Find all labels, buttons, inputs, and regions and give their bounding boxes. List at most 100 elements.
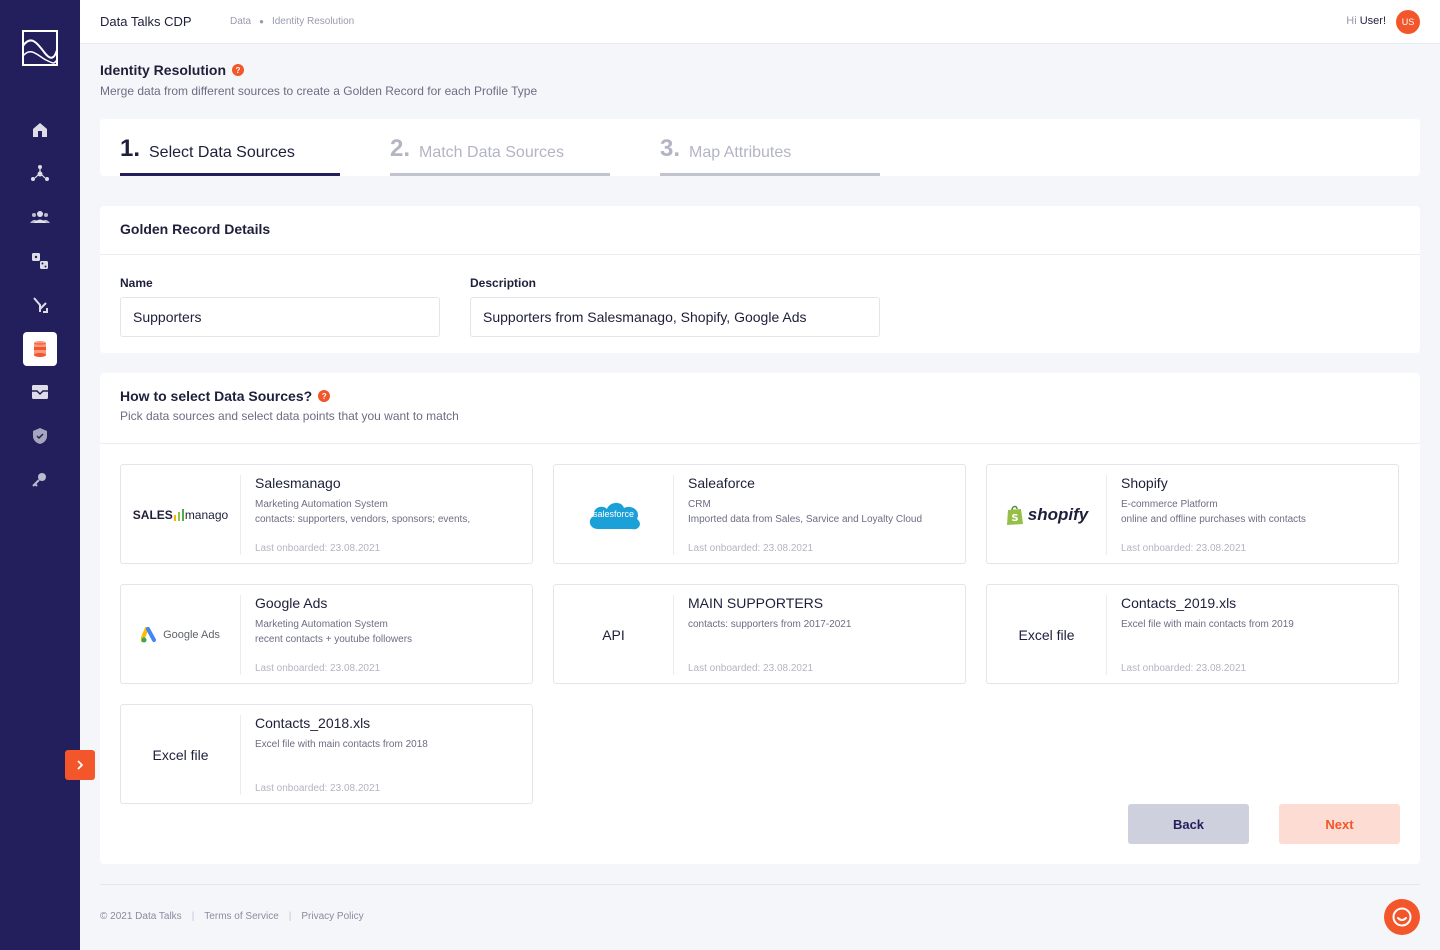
golden-record-header: Golden Record Details	[100, 206, 1420, 255]
chat-bubble-icon	[1392, 907, 1412, 927]
page-subtitle: Merge data from different sources to cre…	[100, 84, 538, 98]
source-description: Excel file with main contacts from 2018	[255, 739, 428, 750]
help-icon[interactable]: ?	[318, 390, 331, 403]
api-logo: API	[554, 595, 674, 675]
golden-record-title: Golden Record Details	[120, 221, 271, 237]
source-name: MAIN SUPPORTERS	[688, 595, 824, 611]
home-icon	[33, 123, 47, 137]
signal-bars-icon	[173, 509, 184, 521]
source-last-onboarded: Last onboarded: 23.08.2021	[1121, 663, 1247, 674]
source-last-onboarded: Last onboarded: 23.08.2021	[688, 663, 814, 674]
avatar[interactable]: US	[1396, 10, 1420, 34]
dice-icon	[32, 253, 48, 269]
page-title: Identity Resolution?	[100, 62, 244, 78]
chevron-right-icon	[77, 760, 84, 770]
sidebar-item-merge[interactable]	[23, 288, 57, 322]
sidebar-expand-button[interactable]	[65, 750, 95, 780]
footer-copyright: © 2021 Data Talks	[100, 911, 182, 922]
source-last-onboarded: Last onboarded: 23.08.2021	[688, 543, 814, 554]
source-type: Marketing Automation System	[255, 619, 388, 630]
shopify-bag-icon: S	[1006, 505, 1023, 525]
network-icon	[31, 165, 49, 181]
google-ads-icon	[141, 627, 157, 643]
step-select-data-sources[interactable]: 1. Select Data Sources	[120, 135, 340, 176]
breadcrumb-item-data[interactable]: Data	[230, 16, 251, 27]
footer-separator: |	[288, 911, 292, 922]
source-description: Imported data from Sales, Sarvice and Lo…	[688, 514, 923, 525]
excel-file-logo: Excel file	[987, 595, 1107, 675]
source-type: E-commerce Platform	[1121, 499, 1218, 510]
source-last-onboarded: Last onboarded: 23.08.2021	[1121, 543, 1247, 554]
sidebar-item-dice[interactable]	[23, 244, 57, 278]
wizard-steps: 1. Select Data Sources 2. Match Data Sou…	[100, 119, 1420, 176]
inbox-icon	[32, 385, 48, 399]
description-input[interactable]	[470, 297, 880, 337]
data-sources-subtitle: Pick data sources and select data points…	[120, 409, 459, 423]
name-input[interactable]	[120, 297, 440, 337]
next-button[interactable]: Next	[1279, 804, 1400, 844]
sidebar-item-home[interactable]	[23, 113, 57, 147]
user-greeting: Hi User!	[1346, 15, 1386, 27]
footer-separator: |	[191, 911, 195, 922]
source-last-onboarded: Last onboarded: 23.08.2021	[255, 663, 381, 674]
salesforce-logo: salesforce	[554, 475, 674, 555]
svg-text:S: S	[1011, 513, 1018, 524]
source-description: contacts: supporters from 2017-2021	[688, 619, 852, 630]
source-last-onboarded: Last onboarded: 23.08.2021	[255, 783, 381, 794]
name-label: Name	[120, 276, 153, 290]
app-logo-icon[interactable]	[22, 30, 58, 66]
sidebar-item-users[interactable]	[23, 200, 57, 234]
top-header: Data Talks CDP Data ● Identity Resolutio…	[80, 0, 1440, 44]
source-tile-shopify[interactable]: S shopify Shopify E-commerce Platform on…	[986, 464, 1399, 564]
database-icon	[34, 341, 46, 357]
privacy-policy-link[interactable]: Privacy Policy	[301, 911, 363, 922]
source-tile-salesmanago[interactable]: SALES manago Salesmanago Marketing Autom…	[120, 464, 533, 564]
source-name: Shopify	[1121, 475, 1168, 491]
golden-record-card: Golden Record Details Name Description	[100, 206, 1420, 353]
breadcrumb-item-identity-resolution: Identity Resolution	[271, 16, 355, 27]
source-type: CRM	[688, 499, 711, 510]
source-last-onboarded: Last onboarded: 23.08.2021	[255, 543, 381, 554]
sidebar-item-key[interactable]	[23, 462, 57, 496]
app-title: Data Talks CDP	[100, 14, 192, 29]
step-match-data-sources[interactable]: 2. Match Data Sources	[390, 135, 610, 176]
sidebar-item-shield[interactable]	[23, 419, 57, 453]
sidebar-item-network[interactable]	[23, 156, 57, 190]
source-name: Saleaforce	[688, 475, 755, 491]
sidebar-item-database[interactable]	[23, 332, 57, 366]
source-tile-contacts-2018[interactable]: Excel file Contacts_2018.xls Excel file …	[120, 704, 533, 804]
merge-icon	[33, 297, 48, 313]
back-button[interactable]: Back	[1128, 804, 1249, 844]
source-description: contacts: supporters, vendors, sponsors;…	[255, 514, 471, 525]
source-description: Excel file with main contacts from 2019	[1121, 619, 1294, 630]
source-name: Google Ads	[255, 595, 328, 611]
sidebar-item-inbox[interactable]	[23, 375, 57, 409]
source-name: Contacts_2018.xls	[255, 715, 371, 731]
excel-file-logo: Excel file	[121, 715, 241, 795]
footer-divider	[100, 884, 1420, 885]
source-tile-main-supporters[interactable]: API MAIN SUPPORTERS contacts: supporters…	[553, 584, 966, 684]
salesmanago-logo: SALES manago	[121, 475, 241, 555]
footer: © 2021 Data Talks | Terms of Service | P…	[100, 911, 364, 922]
shopify-logo: S shopify	[987, 475, 1107, 555]
salesforce-cloud-icon: salesforce	[584, 495, 644, 535]
source-description: online and offline purchases with contac…	[1121, 514, 1306, 525]
source-description: recent contacts + youtube followers	[255, 634, 413, 645]
source-type: Marketing Automation System	[255, 499, 388, 510]
source-tile-contacts-2019[interactable]: Excel file Contacts_2019.xls Excel file …	[986, 584, 1399, 684]
source-tile-google-ads[interactable]: Google Ads Google Ads Marketing Automati…	[120, 584, 533, 684]
breadcrumb: Data ● Identity Resolution	[230, 16, 354, 27]
description-label: Description	[470, 276, 537, 290]
source-name: Contacts_2019.xls	[1121, 595, 1237, 611]
sidebar	[0, 0, 80, 950]
data-sources-card: How to select Data Sources?? Pick data s…	[100, 373, 1420, 864]
terms-of-service-link[interactable]: Terms of Service	[204, 911, 278, 922]
google-ads-logo: Google Ads	[121, 595, 241, 675]
shield-icon	[33, 428, 47, 444]
key-icon	[32, 473, 46, 487]
step-map-attributes[interactable]: 3. Map Attributes	[660, 135, 880, 176]
chat-button[interactable]	[1384, 899, 1420, 935]
source-tile-salesforce[interactable]: salesforce Saleaforce CRM Imported data …	[553, 464, 966, 564]
source-name: Salesmanago	[255, 475, 341, 491]
help-icon[interactable]: ?	[232, 64, 244, 77]
